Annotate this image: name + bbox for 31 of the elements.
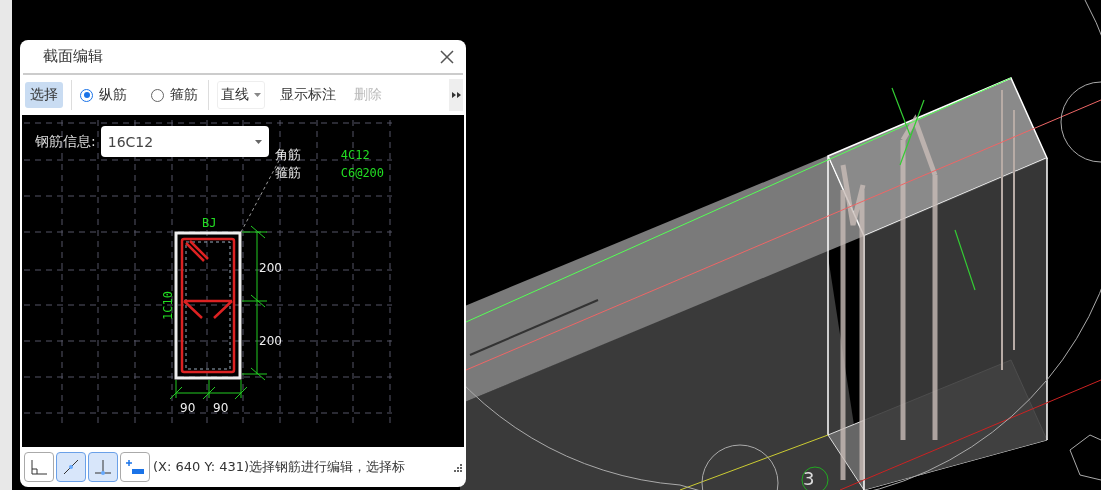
line-type-dropdown[interactable]: 直线 — [217, 81, 265, 109]
corner-icon — [28, 457, 50, 477]
snap-mode-button[interactable] — [24, 452, 54, 482]
side-rebar-label: 1C10 — [161, 291, 175, 320]
plus-bar-icon — [124, 457, 146, 477]
status-text: (X: 640 Y: 431)选择钢筋进行编辑，选择标 — [153, 458, 406, 476]
more-icon[interactable] — [449, 79, 463, 111]
legend-name: 箍筋 — [274, 164, 301, 182]
rebar-info-dropdown[interactable]: 16C12 — [100, 126, 269, 157]
dimension-label: 200 — [259, 334, 282, 348]
dimension-label: 90 — [180, 401, 196, 415]
radio-option[interactable]: 纵筋 — [80, 86, 127, 104]
radio-option[interactable]: 箍筋 — [151, 86, 198, 104]
legend-value: 4C12 — [340, 147, 370, 164]
legend-name: 角筋 — [274, 146, 301, 164]
section-label: BJ — [202, 216, 217, 230]
dimension-label: 200 — [259, 261, 282, 275]
dimension-label: 90 — [213, 401, 229, 415]
legend-value: C6@200 — [340, 165, 385, 182]
toolbar-button[interactable]: 选择 — [25, 82, 63, 108]
caret-icon — [254, 93, 261, 97]
dialog-title: 截面编辑 — [43, 47, 103, 66]
add-dimension-button[interactable] — [120, 452, 150, 482]
perpendicular-icon — [92, 457, 114, 477]
snap-mode-button[interactable] — [88, 452, 118, 482]
close-icon[interactable] — [440, 49, 454, 64]
axis-number: 3 — [803, 468, 815, 489]
caret-icon — [254, 139, 262, 144]
toolbar-button[interactable]: 显示标注 — [275, 82, 341, 108]
resize-grip-icon[interactable] — [452, 462, 462, 472]
rebar-info-label: 钢筋信息: — [35, 133, 96, 151]
